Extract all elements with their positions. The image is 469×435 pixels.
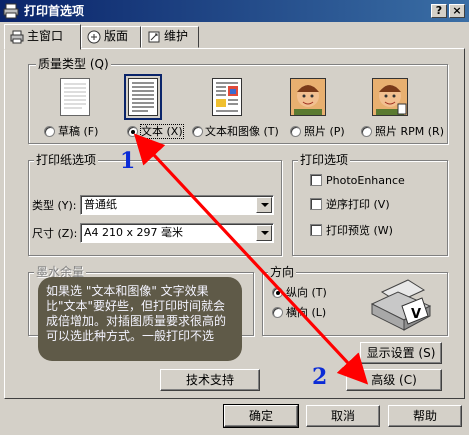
window-title: 打印首选项 — [24, 4, 85, 18]
orientation-group-label: 方向 — [268, 265, 297, 279]
draft-page-icon[interactable] — [60, 78, 90, 116]
orientation-landscape-label: 横向 (L) — [286, 306, 327, 319]
quality-text-label: 文本 (X) — [140, 124, 184, 139]
orientation-landscape-radio[interactable] — [272, 307, 283, 318]
tab-layout-label: 版面 — [104, 29, 129, 43]
tab-maintenance[interactable]: 维护 — [141, 26, 199, 48]
tech-support-button[interactable]: 技术支持 — [160, 369, 260, 391]
paper-size-label: 尺寸 (Z): — [32, 227, 78, 240]
orientation-portrait-label: 纵向 (T) — [286, 286, 327, 299]
quality-text-image-label: 文本和图像 (T) — [205, 125, 279, 138]
quality-photo-rpm-radio[interactable] — [361, 126, 372, 137]
maintenance-icon — [148, 31, 160, 43]
advanced-button[interactable]: 高级 (C) — [346, 369, 442, 391]
chevron-down-icon[interactable] — [256, 225, 272, 241]
quality-photo-radio[interactable] — [290, 126, 301, 137]
tab-layout[interactable]: 版面 — [81, 26, 141, 48]
chevron-down-icon[interactable] — [256, 197, 272, 213]
quality-text-radio[interactable] — [127, 126, 138, 137]
paper-type-value: 普通纸 — [84, 198, 117, 211]
layout-icon — [87, 30, 101, 44]
printer-portrait-icon: V — [370, 279, 432, 331]
annotation-note: 如果选 "文本和图像" 文字效果比"文本"要好些，但打印时间就会成倍增加。对插图… — [38, 277, 242, 361]
quality-photo-label: 照片 (P) — [304, 125, 345, 138]
paper-type-label: 类型 (Y): — [32, 199, 77, 212]
quality-text-image-radio[interactable] — [192, 126, 203, 137]
quality-draft-label: 草稿 (F) — [58, 125, 99, 138]
printer-icon — [10, 30, 24, 44]
tab-maintenance-label: 维护 — [164, 29, 189, 43]
title-bar: 打印首选项 ? × — [0, 0, 469, 22]
print-preview-checkbox[interactable] — [310, 224, 322, 236]
display-settings-button[interactable]: 显示设置 (S) — [360, 342, 442, 364]
photoenhance-label: PhotoEnhance — [326, 174, 405, 187]
ok-button[interactable]: 确定 — [223, 404, 299, 428]
help-title-button[interactable]: ? — [431, 4, 447, 18]
photo-icon[interactable] — [290, 78, 326, 116]
paper-size-select[interactable]: A4 210 x 297 毫米 — [80, 223, 274, 243]
print-preview-label: 打印预览 (W) — [326, 224, 393, 237]
quality-group-label: 质量类型 (Q) — [36, 57, 111, 71]
photo-rpm-icon[interactable] — [372, 78, 408, 116]
paper-size-value: A4 210 x 297 毫米 — [84, 226, 184, 239]
text-image-page-icon[interactable] — [212, 78, 242, 116]
svg-text:V: V — [411, 307, 421, 322]
reverse-order-label: 逆序打印 (V) — [326, 198, 390, 211]
close-button[interactable]: × — [449, 4, 465, 18]
quality-photo-rpm-label: 照片 RPM (R) — [375, 125, 444, 138]
cancel-button[interactable]: 取消 — [306, 405, 380, 427]
reverse-order-checkbox[interactable] — [310, 198, 322, 210]
tab-main[interactable]: 主窗口 — [4, 24, 81, 50]
tab-main-label: 主窗口 — [27, 29, 64, 43]
annotation-mark-2: 2 — [312, 364, 328, 390]
printer-icon — [3, 3, 19, 19]
quality-draft-radio[interactable] — [44, 126, 55, 137]
annotation-mark-1: 1 — [120, 148, 136, 174]
paper-type-select[interactable]: 普通纸 — [80, 195, 274, 215]
print-options-group-label: 打印选项 — [298, 153, 351, 167]
photoenhance-checkbox[interactable] — [310, 174, 322, 186]
paper-group-label: 打印纸选项 — [34, 153, 99, 167]
help-button[interactable]: 帮助 — [388, 405, 462, 427]
text-page-icon[interactable] — [124, 74, 162, 120]
orientation-portrait-radio[interactable] — [272, 287, 283, 298]
